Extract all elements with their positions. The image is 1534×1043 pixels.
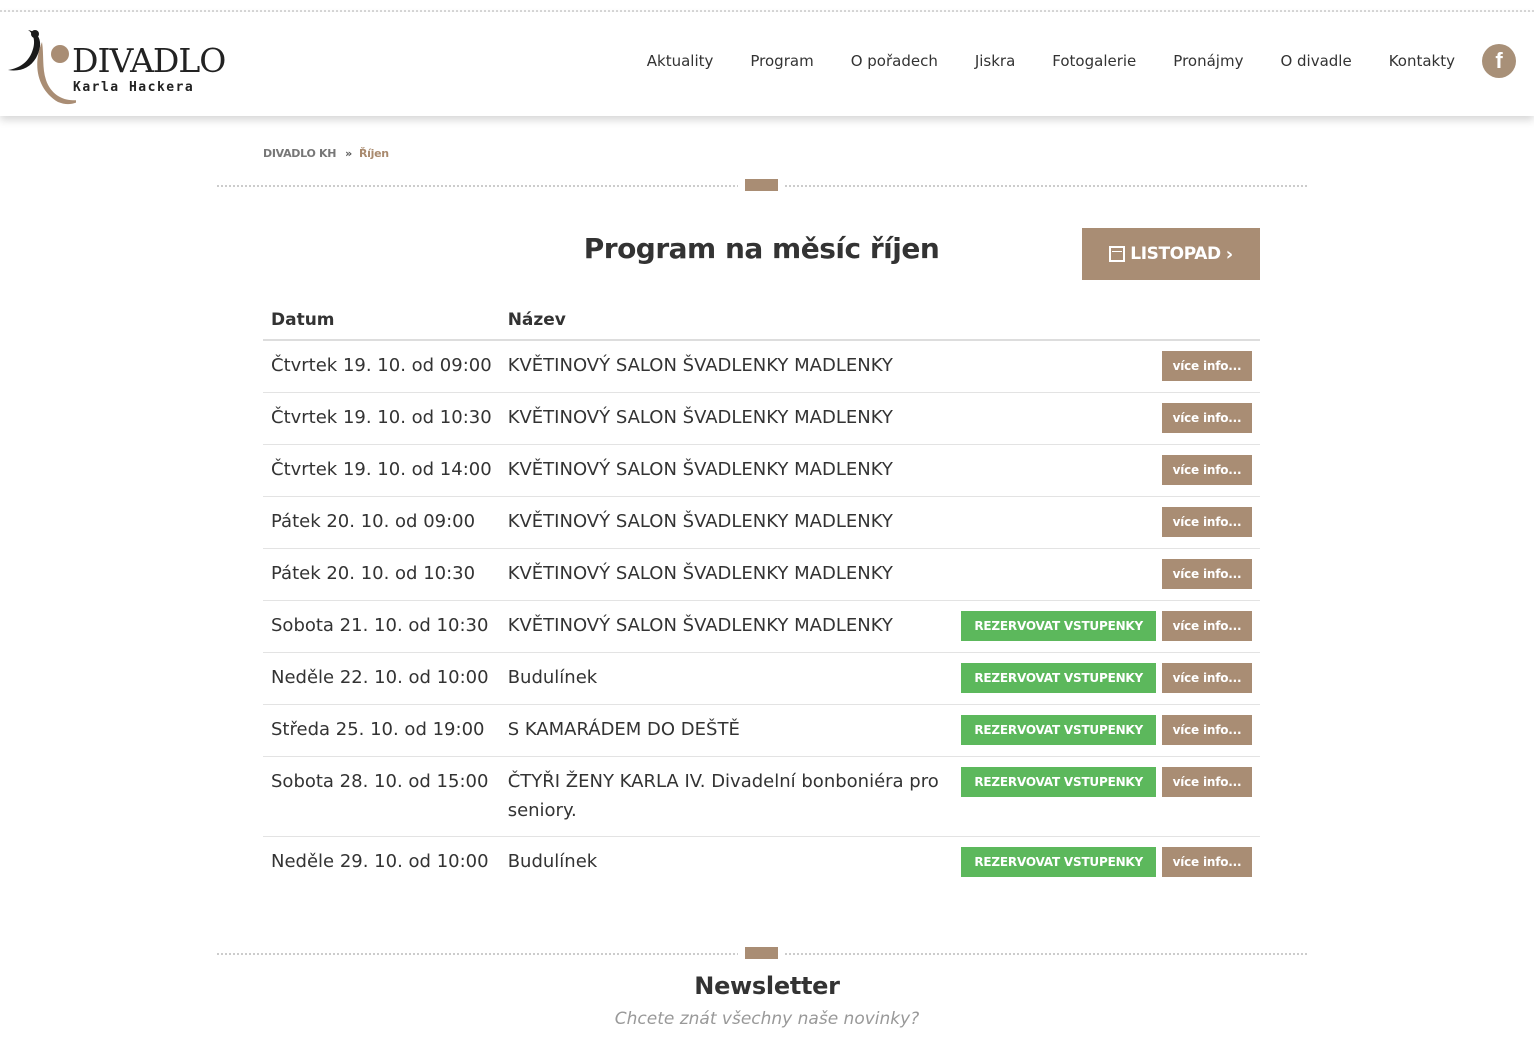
nav-item-fotogalerie[interactable]: Fotogalerie bbox=[1052, 52, 1136, 70]
row-actions: více info... bbox=[953, 340, 1260, 393]
table-row: Neděle 22. 10. od 10:00 Budulínek REZERVOV… bbox=[263, 652, 1260, 705]
row-date: Neděle 29. 10. od 10:00 bbox=[271, 851, 489, 872]
more-info-button[interactable]: více info... bbox=[1162, 455, 1252, 485]
nav-item-aktuality[interactable]: Aktuality bbox=[647, 52, 714, 70]
table-row: Pátek 20. 10. od 09:00 KVĚTINOVÝ SALON ŠV… bbox=[263, 496, 1260, 549]
row-actions: REZERVOVAT VSTUPENKY více info... bbox=[953, 837, 1260, 889]
nav-item-o-divadle[interactable]: O divadle bbox=[1280, 52, 1351, 70]
site-logo[interactable]: DIVADLO Karla Hackera bbox=[6, 22, 246, 110]
row-actions: REZERVOVAT VSTUPENKY více info... bbox=[953, 600, 1260, 653]
table-row: Čtvrtek 19. 10. od 14:00 KVĚTINOVÝ SALON … bbox=[263, 444, 1260, 497]
breadcrumb-separator: » bbox=[345, 147, 352, 160]
row-actions: více info... bbox=[953, 496, 1260, 549]
breadcrumb: DIVADLO KH » Říjen bbox=[263, 147, 389, 160]
row-title[interactable]: KVĚTINOVÝ SALON ŠVADLENKY MADLENKY bbox=[499, 340, 954, 393]
nav-item-program[interactable]: Program bbox=[750, 52, 813, 70]
logo-subtitle: Karla Hackera bbox=[73, 80, 195, 95]
table-row: Sobota 21. 10. od 10:30 KVĚTINOVÝ SALON Š… bbox=[263, 600, 1260, 653]
site-header: DIVADLO Karla Hackera Aktuality Program … bbox=[0, 12, 1534, 116]
table-row: Neděle 29. 10. od 10:00 Budulínek REZERVOV… bbox=[263, 837, 1260, 889]
chevron-right-icon: › bbox=[1225, 243, 1233, 265]
row-date: Sobota 28. 10. od 15:00 bbox=[263, 756, 500, 837]
section-divider bbox=[217, 947, 1307, 961]
next-month-label: LISTOPAD bbox=[1130, 244, 1221, 264]
row-date: Sobota 21. 10. od 10:30 bbox=[263, 600, 500, 653]
more-info-button[interactable]: více info... bbox=[1162, 663, 1252, 693]
breadcrumb-home[interactable]: DIVADLO KH bbox=[263, 147, 336, 160]
reserve-tickets-button[interactable]: REZERVOVAT VSTUPENKY bbox=[961, 663, 1156, 693]
reserve-tickets-button[interactable]: REZERVOVAT VSTUPENKY bbox=[961, 715, 1156, 745]
nav-item-jiskra[interactable]: Jiskra bbox=[975, 52, 1015, 70]
table-row: Středa 25. 10. od 19:00 S KAMARÁDEM DO DE… bbox=[263, 704, 1260, 757]
row-date: Neděle 22. 10. od 10:00 bbox=[263, 652, 500, 705]
more-info-button[interactable]: více info... bbox=[1162, 611, 1252, 641]
table-row: Pátek 20. 10. od 10:30 KVĚTINOVÝ SALON ŠV… bbox=[263, 548, 1260, 601]
row-title[interactable]: S KAMARÁDEM DO DEŠTĚ bbox=[499, 704, 954, 757]
more-info-button[interactable]: více info... bbox=[1162, 767, 1252, 797]
top-dotted-border bbox=[0, 0, 1534, 12]
calendar-icon bbox=[1109, 246, 1126, 262]
nav-item-o-poradech[interactable]: O pořadech bbox=[851, 52, 938, 70]
main-nav: Aktuality Program O pořadech Jiskra Foto… bbox=[610, 44, 1516, 78]
logo-title: DIVADLO bbox=[72, 41, 226, 80]
row-title[interactable]: KVĚTINOVÝ SALON ŠVADLENKY MADLENKY bbox=[499, 496, 954, 549]
row-actions: REZERVOVAT VSTUPENKY více info... bbox=[953, 652, 1260, 705]
more-info-button[interactable]: více info... bbox=[1162, 715, 1252, 745]
row-date: Středa 25. 10. od 19:00 bbox=[263, 704, 500, 757]
table-row: Čtvrtek 19. 10. od 10:30 KVĚTINOVÝ SALON … bbox=[263, 392, 1260, 445]
row-actions: více info... bbox=[953, 548, 1260, 601]
more-info-button[interactable]: více info... bbox=[1162, 403, 1252, 433]
column-header-nazev: Název bbox=[499, 300, 954, 341]
logo-mark-icon bbox=[8, 30, 76, 105]
more-info-button[interactable]: více info... bbox=[1162, 351, 1252, 381]
row-title[interactable]: KVĚTINOVÝ SALON ŠVADLENKY MADLENKY bbox=[499, 444, 954, 497]
table-row: Sobota 28. 10. od 15:00 ČTYŘI ŽENY KARLA … bbox=[263, 756, 1260, 837]
row-date: Čtvrtek 19. 10. od 14:00 bbox=[263, 444, 500, 497]
section-divider bbox=[217, 179, 1307, 193]
reserve-tickets-button[interactable]: REZERVOVAT VSTUPENKY bbox=[961, 611, 1156, 641]
row-date: Pátek 20. 10. od 09:00 bbox=[263, 496, 500, 549]
row-date: Pátek 20. 10. od 10:30 bbox=[263, 548, 500, 601]
row-title[interactable]: Budulínek bbox=[499, 652, 954, 705]
column-header-datum: Datum bbox=[263, 300, 500, 341]
row-date: Čtvrtek 19. 10. od 09:00 bbox=[263, 340, 500, 393]
row-date: Čtvrtek 19. 10. od 10:30 bbox=[263, 392, 500, 445]
row-title[interactable]: ČTYŘI ŽENY KARLA IV. Divadelní bonboniér… bbox=[499, 756, 954, 837]
table-header-row: Datum Název bbox=[263, 300, 1260, 341]
row-title[interactable]: KVĚTINOVÝ SALON ŠVADLENKY MADLENKY bbox=[499, 548, 954, 601]
nav-item-pronajmy[interactable]: Pronájmy bbox=[1173, 52, 1243, 70]
nav-item-kontakty[interactable]: Kontakty bbox=[1389, 52, 1455, 70]
reserve-tickets-button[interactable]: REZERVOVAT VSTUPENKY bbox=[961, 767, 1156, 797]
column-header-actions bbox=[953, 300, 1260, 341]
more-info-button[interactable]: více info... bbox=[1162, 559, 1252, 589]
breadcrumb-current: Říjen bbox=[358, 147, 389, 160]
next-month-button[interactable]: LISTOPAD › bbox=[1082, 228, 1260, 280]
row-actions: více info... bbox=[953, 392, 1260, 445]
program-table: Datum Název Čtvrtek 19. 10. od 09:00 KVĚT… bbox=[263, 300, 1260, 888]
newsletter-title: Newsletter bbox=[694, 972, 840, 1000]
row-actions: REZERVOVAT VSTUPENKY více info... bbox=[953, 704, 1260, 757]
program-table-body: Čtvrtek 19. 10. od 09:00 KVĚTINOVÝ SALON … bbox=[263, 340, 1260, 888]
reserve-tickets-button[interactable]: REZERVOVAT VSTUPENKY bbox=[961, 847, 1156, 877]
row-actions: více info... bbox=[953, 444, 1260, 497]
row-title[interactable]: KVĚTINOVÝ SALON ŠVADLENKY MADLENKY bbox=[499, 392, 954, 445]
row-title[interactable]: Budulínek bbox=[500, 837, 954, 889]
more-info-button[interactable]: více info... bbox=[1162, 847, 1252, 877]
facebook-icon[interactable]: f bbox=[1482, 44, 1516, 78]
table-row: Čtvrtek 19. 10. od 09:00 KVĚTINOVÝ SALON … bbox=[263, 340, 1260, 393]
more-info-button[interactable]: více info... bbox=[1162, 507, 1252, 537]
row-title[interactable]: KVĚTINOVÝ SALON ŠVADLENKY MADLENKY bbox=[499, 600, 954, 653]
newsletter-subtitle: Chcete znát všechny naše novinky? bbox=[614, 1009, 920, 1029]
row-actions: REZERVOVAT VSTUPENKY více info... bbox=[953, 756, 1260, 837]
